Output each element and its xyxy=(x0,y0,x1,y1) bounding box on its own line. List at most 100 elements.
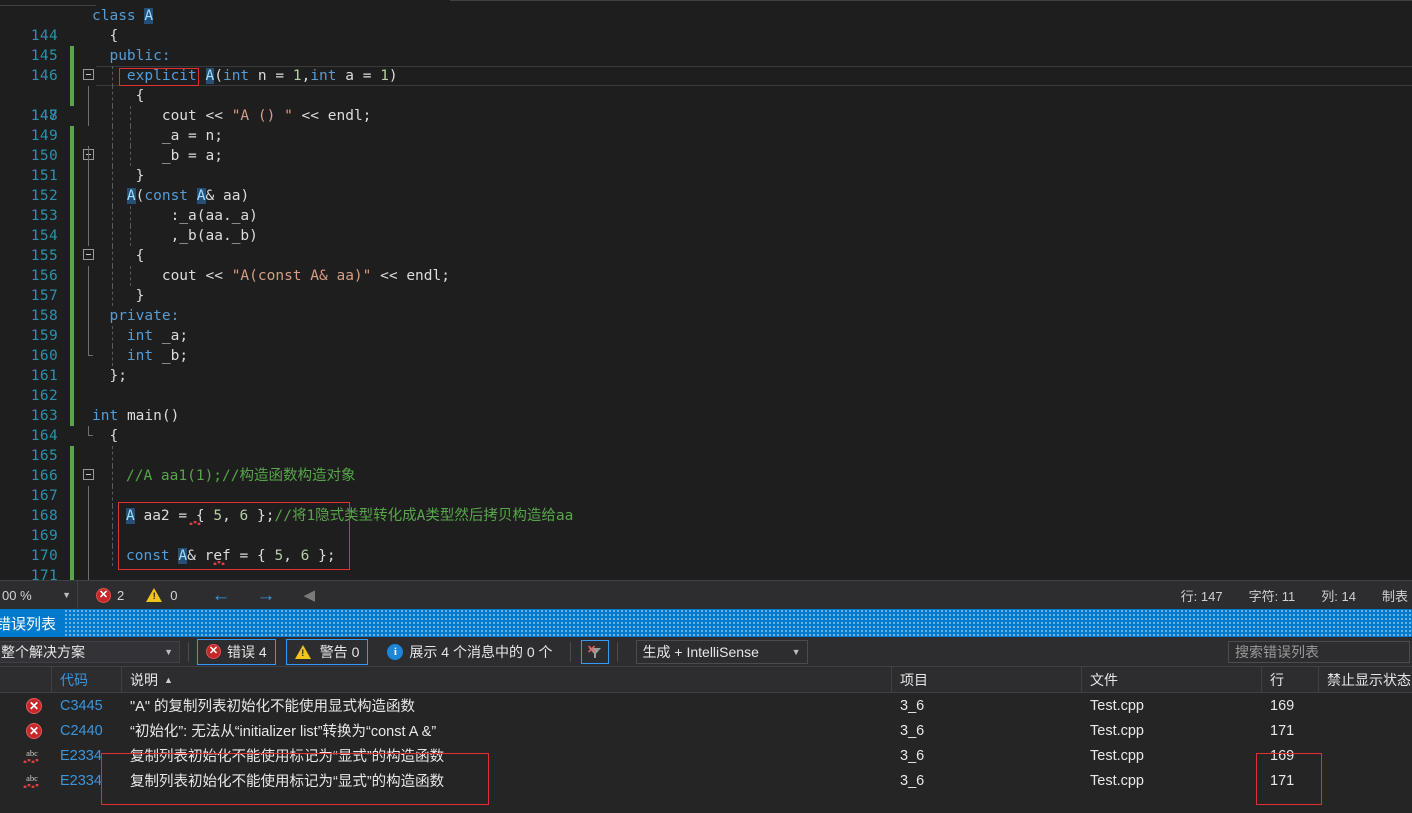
collapse-panel-icon[interactable]: ◀ xyxy=(303,586,315,604)
table-row[interactable]: ✕ C2440 “初始化”: 无法从“initializer list”转换为“… xyxy=(0,718,1412,743)
code-line[interactable]: 168 xyxy=(0,486,1412,566)
sort-ascending-icon: ▲ xyxy=(164,674,173,685)
code-line[interactable]: 144 class A xyxy=(0,6,1412,80)
code-text: private: xyxy=(92,308,180,324)
code-line[interactable]: 166 xyxy=(0,446,1412,526)
code-comment: //A aa1(1);//构造函数构造对象 xyxy=(126,468,356,484)
code-line[interactable]: 157 cout << "A(const A& aa)" << endl; xyxy=(0,266,1412,346)
build-intellisense-dropdown[interactable]: 生成 + IntelliSense ▼ xyxy=(635,639,808,664)
row-project: 3_6 xyxy=(900,747,925,764)
errors-filter-button[interactable]: ✕ 错误 4 xyxy=(197,638,276,665)
code-line[interactable]: 156 { xyxy=(0,246,1412,326)
caret-col: 列: 14 xyxy=(1321,588,1356,604)
code-line[interactable]: 165 { xyxy=(0,426,1412,506)
row-code[interactable]: C2440 xyxy=(52,718,122,743)
code-text: } xyxy=(92,288,145,304)
code-line[interactable]: 161 int _b; xyxy=(0,346,1412,406)
code-line[interactable]: 160 int _a; xyxy=(0,326,1412,386)
messages-filter-label: 展示 4 个消息中的 0 个 xyxy=(409,643,553,660)
row-code[interactable]: E2334 xyxy=(52,768,122,793)
error-circle-icon: ✕ xyxy=(26,697,42,714)
row-description: “初始化”: 无法从“initializer list”转换为“const A … xyxy=(130,724,437,740)
code-editor[interactable]: 144 class A 145 { 146 public: 147 explic… xyxy=(0,6,1412,580)
error-count-indicator[interactable]: ✕ 2 xyxy=(96,587,124,603)
warnings-filter-label: 警告 0 xyxy=(319,643,360,660)
code-text: :_a(aa._a) xyxy=(92,208,258,224)
code-line[interactable]: 167 //A aa1(1);//构造函数构造对象 xyxy=(0,466,1412,546)
warning-count-indicator[interactable]: 0 xyxy=(146,588,177,603)
column-header-project[interactable]: 项目 xyxy=(892,667,1082,692)
code-line[interactable]: 145 { xyxy=(0,26,1412,106)
error-circle-icon: ✕ xyxy=(26,722,42,739)
warning-count-label: 0 xyxy=(170,587,178,603)
toolbar-separator xyxy=(616,641,618,662)
zoom-level-selector[interactable]: 00 % ▼ xyxy=(0,580,78,610)
code-line[interactable]: 149 cout << "A () " << endl; xyxy=(0,106,1412,186)
error-circle-icon: ✕ xyxy=(96,587,111,603)
table-row[interactable]: abc E2334 复制列表初始化不能使用标记为“显式”的构造函数 3_6 Te… xyxy=(0,768,1412,793)
code-line[interactable]: 164 int main() xyxy=(0,406,1412,480)
row-description: 复制列表初始化不能使用标记为“显式”的构造函数 xyxy=(130,774,445,790)
row-code[interactable]: E2334 xyxy=(52,743,122,768)
code-line[interactable]: 146 public: xyxy=(0,46,1412,126)
navigate-back-icon[interactable]: ← xyxy=(211,586,230,605)
code-line[interactable]: 148 { xyxy=(0,86,1412,166)
row-severity-icon: abc xyxy=(0,743,52,768)
code-text: explicit A(int n = 1,int a = 1) xyxy=(126,68,398,84)
code-line[interactable]: 158 } xyxy=(0,286,1412,356)
code-line[interactable]: 171 const A& ref = { 5, 6 }; xyxy=(0,546,1412,580)
caret-char: 字符: 11 xyxy=(1248,588,1296,604)
warning-triangle-icon xyxy=(294,644,311,659)
code-line[interactable]: 170 xyxy=(0,526,1412,580)
code-line[interactable]: 169 A aa2 = { 5, 6 };//将1隐式类型转化成A类型然后拷贝构… xyxy=(0,506,1412,580)
tab-error-list[interactable]: 错误列表 xyxy=(0,613,56,634)
error-list-panel: 错误列表 整个解决方案 ▼ ✕ 错误 4 警告 0 i 展示 4 个消息中的 0… xyxy=(0,609,1412,813)
code-line[interactable]: 150 _a = n; xyxy=(0,126,1412,206)
toolbar-separator xyxy=(569,641,571,662)
code-line[interactable]: 151 _b = a; xyxy=(0,146,1412,226)
code-line[interactable]: 172 xyxy=(0,566,1412,580)
column-header-file[interactable]: 文件 xyxy=(1082,667,1262,692)
code-text: int _b; xyxy=(126,348,189,364)
code-text: cout << "A () " << endl; xyxy=(92,108,372,124)
navigate-forward-icon[interactable]: → xyxy=(256,586,275,605)
error-list-tabstrip[interactable]: 错误列表 xyxy=(0,609,1412,637)
column-header-suppression[interactable]: 禁止显示状态 xyxy=(1319,667,1412,692)
column-header-icon[interactable] xyxy=(0,667,52,692)
caret-position-group: 行: 147 字符: 11 列: 14 制表 xyxy=(1181,586,1412,605)
code-line[interactable]: 162 }; xyxy=(0,366,1412,436)
build-intellisense-label: 生成 + IntelliSense xyxy=(642,643,759,660)
row-code[interactable]: C3445 xyxy=(52,693,122,718)
error-list-table: 代码 说明 ▲ 项目 文件 行 禁止显示状态 ✕ C3445 "A" 的复制列表… xyxy=(0,667,1412,793)
table-header-row: 代码 说明 ▲ 项目 文件 行 禁止显示状态 xyxy=(0,667,1412,693)
indent-guide xyxy=(112,446,113,466)
tabstrip-drag-handle[interactable] xyxy=(64,609,1412,637)
code-line[interactable]: 155 ,_b(aa._b) xyxy=(0,226,1412,306)
table-row[interactable]: ✕ C3445 "A" 的复制列表初始化不能使用显式构造函数 3_6 Test.… xyxy=(0,693,1412,718)
code-line[interactable]: 159 private: xyxy=(0,306,1412,366)
scope-dropdown[interactable]: 整个解决方案 ▼ xyxy=(0,640,180,663)
caret-line: 行: 147 xyxy=(1180,588,1223,604)
row-severity-icon: ✕ xyxy=(0,718,52,743)
column-header-description[interactable]: 说明 ▲ xyxy=(122,667,892,692)
error-circle-icon: ✕ xyxy=(206,644,221,659)
code-text: } xyxy=(92,168,145,184)
code-line[interactable]: 163 xyxy=(0,386,1412,424)
clear-filter-button[interactable]: ✕ xyxy=(580,639,609,664)
column-label: 禁止显示状态 xyxy=(1327,671,1411,688)
chevron-down-icon: ▼ xyxy=(164,646,173,657)
search-input[interactable]: 搜索错误列表 xyxy=(1228,640,1410,663)
code-line[interactable]: 152 } xyxy=(0,166,1412,246)
table-row[interactable]: abc E2334 复制列表初始化不能使用标记为“显式”的构造函数 3_6 Te… xyxy=(0,743,1412,768)
messages-filter-button[interactable]: i 展示 4 个消息中的 0 个 xyxy=(378,639,561,665)
code-line[interactable]: 154 :_a(aa._a) xyxy=(0,206,1412,286)
vs-window: 144 class A 145 { 146 public: 147 explic… xyxy=(0,0,1412,813)
clear-filter-icon: ✕ xyxy=(587,644,602,658)
code-text: ,_b(aa._b) xyxy=(92,228,258,244)
warnings-filter-button[interactable]: 警告 0 xyxy=(285,638,369,665)
code-text: { xyxy=(92,428,119,444)
column-header-line[interactable]: 行 xyxy=(1262,667,1319,692)
column-header-code[interactable]: 代码 xyxy=(52,667,122,692)
code-line-current[interactable]: 147 explicit A(int n = 1,int a = 1) xyxy=(0,66,1412,160)
code-line[interactable]: 153 A(const A& aa) xyxy=(0,186,1412,260)
